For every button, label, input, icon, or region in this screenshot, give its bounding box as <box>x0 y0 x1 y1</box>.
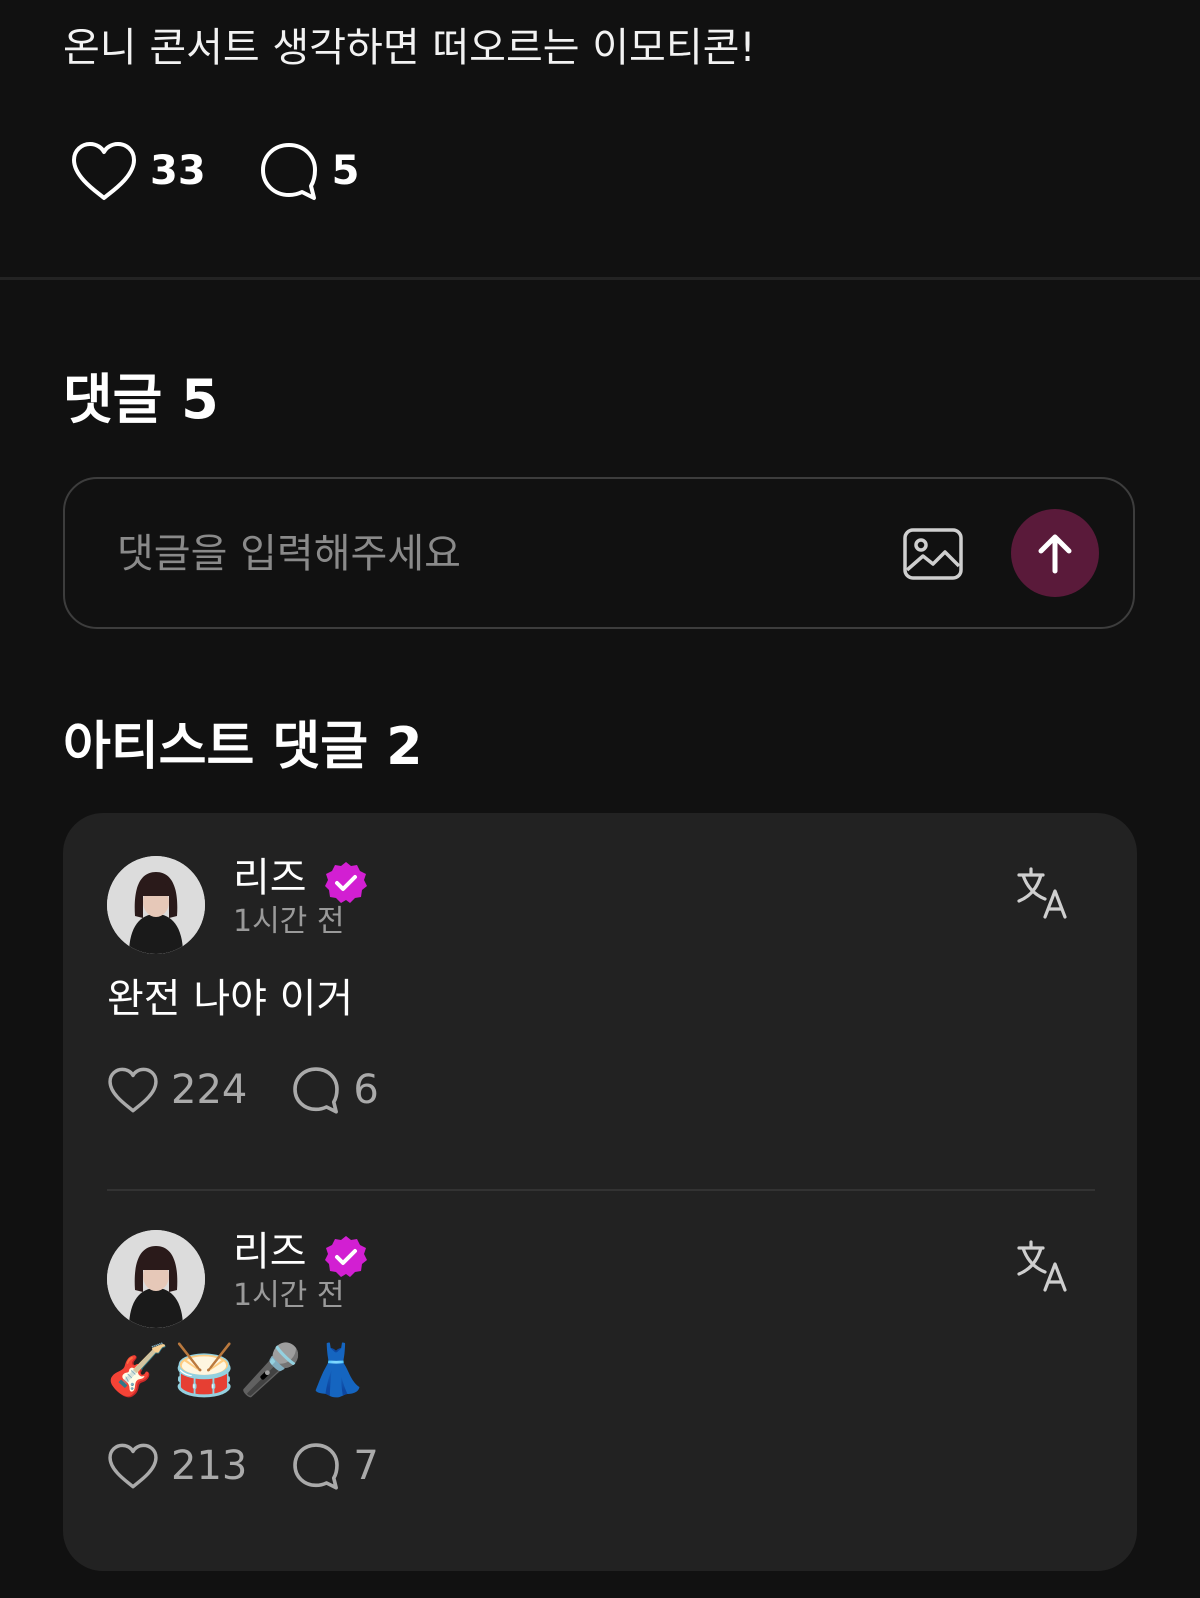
comment-like-button[interactable]: 213 <box>107 1442 247 1490</box>
post-like-button[interactable]: 33 <box>70 140 206 202</box>
comment-text: 완전 나야 이거 <box>107 976 354 1022</box>
avatar[interactable] <box>107 856 205 954</box>
heart-icon <box>108 1443 158 1489</box>
comment-emoji-text: 🎸🥁🎤👗 <box>107 1341 373 1399</box>
heart-icon <box>108 1067 158 1113</box>
speech-bubble-icon <box>293 1067 340 1114</box>
comment-actions: 224 6 <box>107 1065 379 1115</box>
verified-badge-icon <box>325 862 367 903</box>
speech-bubble-icon <box>293 1443 340 1490</box>
comment-input[interactable] <box>115 521 859 587</box>
arrow-up-icon <box>1038 534 1072 574</box>
post-comment-count: 5 <box>331 148 360 194</box>
verified-badge-icon <box>325 1236 367 1277</box>
post-like-count: 33 <box>150 148 206 194</box>
translate-button[interactable] <box>1015 1238 1071 1294</box>
comment-reply-button[interactable]: 7 <box>291 1441 379 1491</box>
heart-icon <box>72 142 136 200</box>
translate-icon <box>1017 867 1067 919</box>
post-text: 온니 콘서트 생각하면 떠오르는 이모티콘! <box>63 25 756 71</box>
comment-like-count: 224 <box>171 1067 248 1113</box>
post-actions: 33 5 <box>70 140 360 202</box>
comment-divider <box>107 1189 1095 1191</box>
author-name[interactable]: 리즈 <box>233 1227 307 1277</box>
image-icon <box>903 528 963 580</box>
comment-like-button[interactable]: 224 <box>107 1066 247 1114</box>
avatar[interactable] <box>107 1230 205 1328</box>
comment-actions: 213 7 <box>107 1441 379 1491</box>
comment-time: 1시간 전 <box>233 1278 345 1313</box>
author-name[interactable]: 리즈 <box>233 853 307 903</box>
artist-comments-card: 리즈 1시간 전 완전 나야 이거 224 6 리즈 1시간 전 🎸🥁🎤👗 21… <box>63 813 1137 1571</box>
comment-like-count: 213 <box>171 1443 248 1489</box>
send-button[interactable] <box>1011 509 1099 597</box>
comment-time: 1시간 전 <box>233 904 345 939</box>
speech-bubble-icon <box>260 143 317 200</box>
translate-button[interactable] <box>1015 865 1071 921</box>
section-divider <box>0 277 1200 280</box>
translate-icon <box>1017 1240 1067 1292</box>
comment-reply-button[interactable]: 6 <box>291 1065 379 1115</box>
comment-reply-count: 7 <box>353 1443 379 1489</box>
post-comment-button[interactable]: 5 <box>258 140 360 202</box>
comments-title: 댓글 5 <box>63 368 219 431</box>
comment-reply-count: 6 <box>353 1067 379 1113</box>
comment-composer <box>63 477 1135 629</box>
artist-comments-title: 아티스트 댓글 2 <box>63 717 423 777</box>
image-attach-button[interactable] <box>901 522 965 586</box>
